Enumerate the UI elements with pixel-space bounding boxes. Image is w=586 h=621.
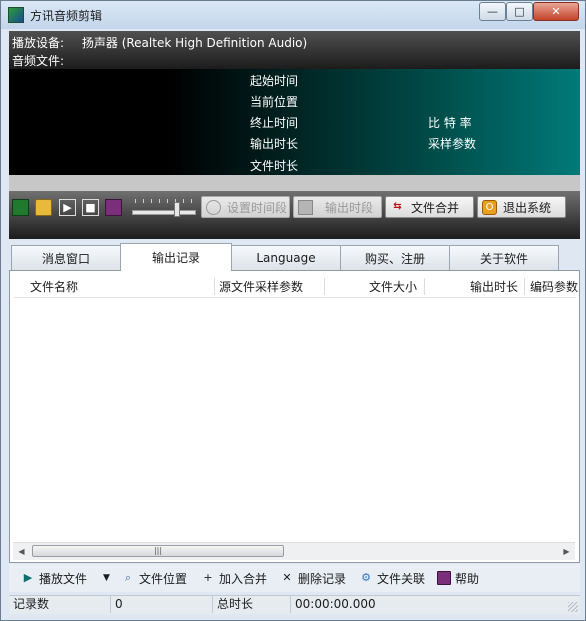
window-title: 方讯音频剪辑: [30, 9, 103, 23]
list-header: 文件名称 源文件采样参数 文件大小 输出时长 编码参数: [14, 277, 578, 298]
scroll-thumb[interactable]: |||: [32, 545, 284, 557]
output-segment-button[interactable]: 输出时段: [293, 196, 382, 218]
exit-label: 退出系统: [503, 200, 552, 215]
delete-x-icon: ✕: [282, 571, 292, 584]
help-label: 帮助: [455, 571, 480, 586]
resize-grip-icon[interactable]: [568, 602, 578, 612]
tab-purchase-register[interactable]: 购买、注册: [340, 245, 450, 270]
app-window: 方讯音频剪辑 — □ ✕ 播放设备: 扬声器 (Realtek High Def…: [0, 0, 586, 621]
record-icon[interactable]: [12, 199, 29, 216]
tab-about[interactable]: 关于软件: [449, 245, 559, 270]
set-segment-button[interactable]: 设置时间段: [201, 196, 290, 218]
horizontal-scrollbar[interactable]: ◀ ||| ▶: [13, 542, 575, 560]
plus-icon: +: [203, 571, 213, 584]
close-button[interactable]: ✕: [533, 2, 579, 21]
help-book-icon: [437, 571, 451, 585]
info-panel: 播放设备: 扬声器 (Realtek High Definition Audio…: [9, 31, 580, 69]
record-count-label: 记录数: [9, 596, 111, 613]
sample-params-label: 采样参数: [428, 137, 477, 151]
tab-messages[interactable]: 消息窗口: [11, 245, 121, 270]
clock-icon: [206, 199, 221, 215]
action-bar: ▶ 播放文件 ▼ ⌕ 文件位置 + 加入合并 ✕ 删除记录 ⚙ 文件关联 帮助: [9, 564, 580, 592]
bitrate-label: 比 特 率: [428, 116, 472, 130]
play-icon: ▶: [23, 571, 33, 584]
column-output-duration[interactable]: 输出时长: [470, 277, 518, 297]
tab-output-records[interactable]: 输出记录: [120, 243, 232, 271]
exit-power-icon: O: [482, 199, 497, 215]
device-label: 播放设备:: [12, 36, 65, 50]
minimize-button[interactable]: —: [479, 2, 506, 21]
time-display: 起始时间 当前位置 终止时间 输出时长 文件时长 比 特 率 采样参数: [9, 69, 580, 175]
play-file-button[interactable]: ▶ 播放文件 ▼: [21, 568, 110, 588]
set-segment-label: 设置时间段: [227, 200, 288, 215]
column-encode-params[interactable]: 编码参数: [530, 277, 578, 297]
output-records-panel: 文件名称 源文件采样参数 文件大小 输出时长 编码参数: [9, 270, 580, 563]
end-time-label: 终止时间: [250, 116, 299, 130]
file-assoc-button[interactable]: ⚙ 文件关联: [359, 568, 425, 588]
total-duration-value: 00:00:00.000: [295, 597, 376, 611]
magnifier-icon: ⌕: [124, 571, 132, 584]
file-duration-label: 文件时长: [250, 159, 299, 173]
scroll-right-icon[interactable]: ▶: [558, 543, 575, 560]
merge-files-button[interactable]: ⇆ 文件合并: [385, 196, 474, 218]
maximize-button[interactable]: □: [506, 2, 533, 21]
total-duration-label: 总时长: [213, 596, 291, 613]
status-bar: 记录数 0 总时长 00:00:00.000: [9, 595, 580, 614]
delete-record-button[interactable]: ✕ 删除记录: [280, 568, 346, 588]
tab-language[interactable]: Language: [231, 245, 341, 270]
column-file-size[interactable]: 文件大小: [369, 277, 417, 297]
play-icon[interactable]: ▶: [59, 199, 76, 216]
book-icon[interactable]: [105, 199, 122, 216]
play-file-label: 播放文件: [39, 571, 88, 586]
stop-icon[interactable]: ■: [82, 199, 99, 216]
scroll-left-icon[interactable]: ◀: [13, 543, 30, 560]
gear-icon: ⚙: [361, 571, 371, 584]
device-row: 播放设备: 扬声器 (Realtek High Definition Audio…: [12, 34, 307, 51]
file-label: 音频文件:: [12, 54, 65, 68]
output-duration-label: 输出时长: [250, 137, 299, 151]
file-location-button[interactable]: ⌕ 文件位置: [121, 568, 187, 588]
volume-slider[interactable]: [129, 197, 199, 219]
current-position-label: 当前位置: [250, 95, 299, 109]
file-assoc-label: 文件关联: [377, 571, 426, 586]
device-value: 扬声器 (Realtek High Definition Audio): [81, 36, 308, 50]
save-disk-icon: [298, 199, 313, 215]
position-bar[interactable]: [9, 175, 580, 191]
file-location-label: 文件位置: [139, 571, 188, 586]
column-file-name[interactable]: 文件名称: [30, 277, 78, 297]
column-source-params[interactable]: 源文件采样参数: [219, 277, 303, 297]
merge-arrow-icon: ⇆: [393, 200, 402, 212]
exit-button[interactable]: O 退出系统: [477, 196, 566, 218]
delete-record-label: 删除记录: [298, 571, 347, 586]
add-merge-label: 加入合并: [219, 571, 268, 586]
help-button[interactable]: 帮助: [437, 568, 479, 588]
start-time-label: 起始时间: [250, 74, 299, 88]
output-segment-label: 输出时段: [325, 200, 374, 215]
title-bar[interactable]: 方讯音频剪辑 — □ ✕: [1, 1, 585, 29]
record-count-value: 0: [111, 596, 213, 613]
chevron-down-icon[interactable]: ▼: [103, 573, 110, 583]
tab-strip: 消息窗口 输出记录 Language 购买、注册 关于软件: [9, 243, 580, 271]
add-merge-button[interactable]: + 加入合并: [201, 568, 267, 588]
volume-thumb[interactable]: [174, 202, 180, 217]
app-logo-icon: [8, 7, 24, 23]
toolbar: ▶ ■ 设置时间段 输出时段 ⇆ 文件合并 O 退出系统: [9, 191, 580, 239]
volume-track: [132, 210, 196, 215]
open-folder-icon[interactable]: [35, 199, 52, 216]
merge-files-label: 文件合并: [411, 200, 460, 215]
